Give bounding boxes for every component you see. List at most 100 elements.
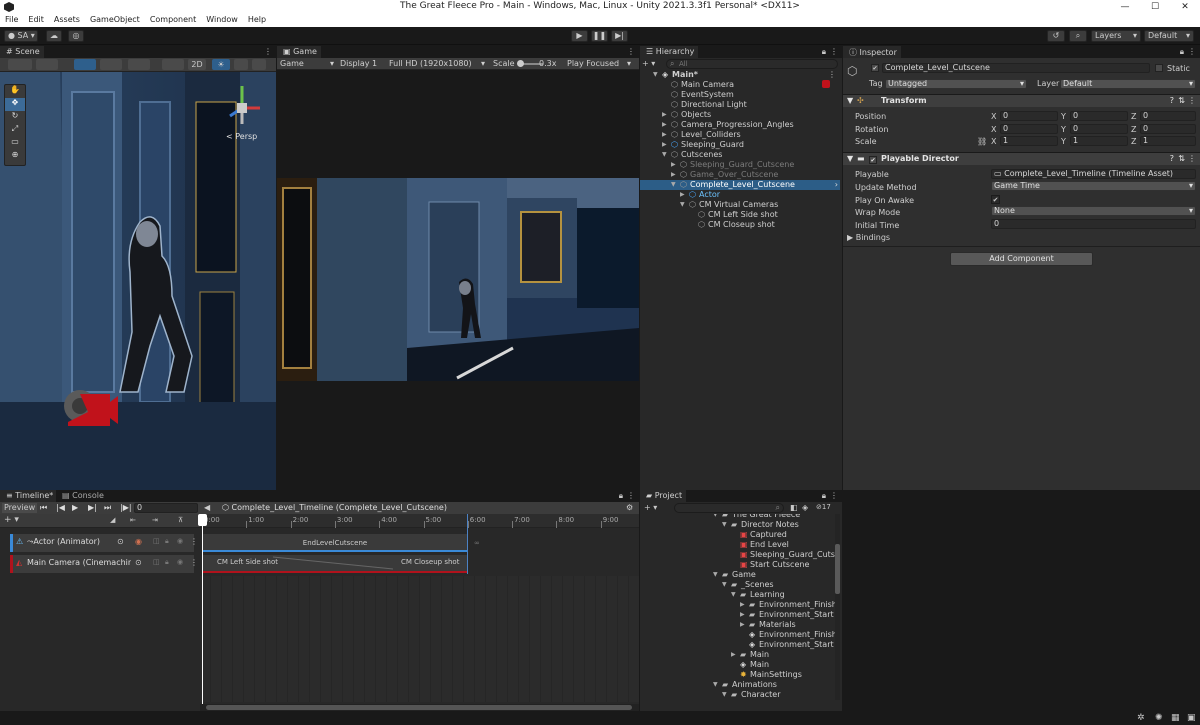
move-tool-icon[interactable]: ✥ xyxy=(5,98,25,111)
project-item[interactable]: ◈ Environment_Start xyxy=(640,640,836,650)
menu-help[interactable]: Help xyxy=(243,14,271,24)
preview-button[interactable]: Preview xyxy=(2,503,38,513)
timeline-scrollbar[interactable] xyxy=(200,704,639,711)
tab-project[interactable]: ▰ Project xyxy=(640,490,687,502)
lock-icon[interactable]: 🔒︎ xyxy=(619,491,623,501)
hierarchy-item[interactable]: ▶ ⬡ Sleeping_Guard xyxy=(640,140,840,150)
kebab-menu-icon[interactable]: ⋮ xyxy=(264,47,272,56)
tab-console[interactable]: ▤ Console xyxy=(56,490,108,502)
transform-z-field[interactable]: 1 xyxy=(1140,136,1196,146)
transform-z-field[interactable]: 0 xyxy=(1140,111,1196,121)
goto-end-icon[interactable]: ⏭ xyxy=(104,503,111,513)
account-dropdown[interactable]: ● SA ▾ xyxy=(4,30,38,42)
transform-y-field[interactable]: 1 xyxy=(1070,136,1128,146)
tab-hierarchy[interactable]: ☰ Hierarchy xyxy=(640,46,699,58)
layers-dropdown[interactable]: Layers ▾ xyxy=(1091,30,1141,42)
chevron-right-icon[interactable]: ▶ xyxy=(731,650,736,660)
transform-y-field[interactable]: 0 xyxy=(1070,111,1128,121)
mute-icon[interactable]: ◫ xyxy=(153,537,160,545)
kebab-menu-icon[interactable]: ⋮ xyxy=(830,491,838,500)
project-scrollbar[interactable] xyxy=(835,514,840,700)
playhead[interactable] xyxy=(202,514,203,704)
clip-endlevelcutscene[interactable]: EndLevelCutscene xyxy=(203,534,467,552)
preset-icon[interactable]: ⇅ xyxy=(1178,95,1185,107)
lighting-toggle[interactable]: ☀ xyxy=(212,59,230,70)
timeline-ruler[interactable]: 0:00 1:00 2:00 3:00 4:00 5:00 6:00 7:00 8:00 9:00 xyxy=(200,514,639,528)
project-item[interactable]: ▣ Captured xyxy=(640,530,836,540)
help-icon[interactable]: ? xyxy=(1170,153,1174,165)
hierarchy-item[interactable]: ▼ ⬡ CM Virtual Cameras xyxy=(640,200,840,210)
menu-edit[interactable]: Edit xyxy=(23,14,49,24)
playable-field[interactable]: ▭ Complete_Level_Timeline (Timeline Asse… xyxy=(991,169,1196,179)
project-item[interactable]: ✸ MainSettings xyxy=(640,670,836,680)
next-frame-icon[interactable]: ▶| xyxy=(88,503,97,512)
track-main-camera[interactable]: ◭ Main Camera (Cinemachine ⊙ ◫ 🔒︎ ◉ ⋮ xyxy=(10,555,198,573)
component-enabled-checkbox[interactable]: ✔ xyxy=(869,156,877,164)
menu-window[interactable]: Window xyxy=(201,14,243,24)
layout-dropdown[interactable]: Default ▾ xyxy=(1144,30,1194,42)
light-icon[interactable]: ✺ xyxy=(1155,713,1163,723)
chevron-right-icon[interactable]: ▶ xyxy=(740,610,745,620)
playable-director-header[interactable]: ▼ ▬ ✔ Playable Director ? ⇅ ⋮ xyxy=(843,152,1200,165)
visibility-icon[interactable]: ◉ xyxy=(177,558,183,566)
lock-icon[interactable]: 🔒︎ xyxy=(1180,47,1184,57)
project-item[interactable]: ▶ ▰ Materials xyxy=(640,620,836,630)
settings-icon[interactable]: ▣ xyxy=(1187,713,1196,723)
preset-icon[interactable]: ⇅ xyxy=(1178,153,1185,165)
lock-icon[interactable]: 🔒︎ xyxy=(822,47,826,57)
constrain-proportions-icon[interactable]: ⛓ xyxy=(977,137,987,146)
search-button[interactable]: ⌕ xyxy=(1069,30,1087,42)
hierarchy-item[interactable]: ⬡ EventSystem xyxy=(640,90,840,100)
lock-icon[interactable]: 🔒︎ xyxy=(822,491,826,501)
mute-icon[interactable]: ◫ xyxy=(153,558,160,566)
transform-tool-icon[interactable]: ⊕ xyxy=(5,150,25,163)
kebab-menu-icon[interactable]: ⋮ xyxy=(190,558,198,567)
close-button[interactable]: ✕ xyxy=(1170,0,1200,14)
kebab-menu-icon[interactable]: ⋮ xyxy=(1188,47,1196,56)
layer-dropdown[interactable]: Default ▾ xyxy=(1060,79,1196,89)
target-icon[interactable]: ⊙ xyxy=(117,537,124,546)
track-actor[interactable]: ⚠ ⤳Actor (Animator) ⊙ ◉ ◫ 🔒︎ ◉ ⋮ xyxy=(10,534,198,552)
filter-type-icon[interactable]: ◧ xyxy=(790,503,798,512)
project-item[interactable]: ◈Environment_Finished xyxy=(640,630,836,640)
scrollbar-thumb[interactable] xyxy=(206,705,632,710)
cloud-button[interactable]: ☁ xyxy=(46,30,62,42)
hierarchy-item[interactable]: ▼ ◈ Main* ⋮ xyxy=(640,70,840,80)
chevron-right-icon[interactable]: › xyxy=(835,180,838,190)
chevron-right-icon[interactable]: ▶ xyxy=(740,600,745,610)
clip-cm-closeup-shot[interactable]: CM Closeup shot xyxy=(401,558,459,566)
minimize-button[interactable]: — xyxy=(1110,0,1140,14)
kebab-menu-icon[interactable]: ⋮ xyxy=(627,47,635,56)
visibility-icon[interactable]: ◉ xyxy=(177,537,183,545)
prev-frame-icon[interactable]: |◀ xyxy=(56,503,65,512)
bug-icon[interactable]: ✲ xyxy=(1137,713,1145,723)
transform-x-field[interactable]: 1 xyxy=(1000,136,1058,146)
hierarchy-item[interactable]: ▼ ⬡ Cutscenes xyxy=(640,150,840,160)
grid-toggle[interactable] xyxy=(74,59,96,70)
chevron-right-icon[interactable]: ▶ xyxy=(662,140,667,150)
clip-cm-left-side-shot[interactable]: CM Left Side shot xyxy=(217,558,278,566)
project-item[interactable]: ▼ ▰ Learning xyxy=(640,590,836,600)
chevron-down-icon[interactable]: ▼ xyxy=(722,690,727,700)
chevron-right-icon[interactable]: ▶ xyxy=(662,130,667,140)
chevron-right-icon[interactable]: ▶ xyxy=(740,620,745,630)
project-item[interactable]: ▣Sleeping_Guard_Cutscene xyxy=(640,550,836,560)
cache-icon[interactable]: ▦ xyxy=(1171,713,1180,723)
project-item[interactable]: ▶ ▰ Main xyxy=(640,650,836,660)
chevron-down-icon[interactable]: ▼ xyxy=(680,200,685,210)
game-mode-dropdown[interactable]: Game ▾ xyxy=(280,59,334,69)
project-item[interactable]: ◈ Main xyxy=(640,660,836,670)
hierarchy-item[interactable]: ⬡ Directional Light xyxy=(640,100,840,110)
chevron-down-icon[interactable]: ▼ xyxy=(653,70,658,80)
markers-icon[interactable]: ◢ xyxy=(110,516,115,524)
project-item[interactable]: ▼ ▰ Animations xyxy=(640,680,836,690)
hierarchy-item[interactable]: ▶ ⬡ Actor xyxy=(640,190,840,200)
hierarchy-item[interactable]: ⬡ CM Closeup shot xyxy=(640,220,840,230)
play-icon[interactable]: ▶ xyxy=(72,503,78,512)
play-mode-dropdown[interactable]: Play Focused ▾ xyxy=(567,59,631,69)
create-asset-button[interactable]: + ▾ xyxy=(644,503,657,512)
timeline-nav-arrow-icon[interactable]: ◀ xyxy=(204,503,210,512)
tag-dropdown[interactable]: Untagged ▾ xyxy=(885,79,1027,89)
wrap-mode-dropdown[interactable]: None ▾ xyxy=(991,206,1196,216)
resolution-dropdown[interactable]: Full HD (1920x1080) ▾ xyxy=(389,59,485,69)
